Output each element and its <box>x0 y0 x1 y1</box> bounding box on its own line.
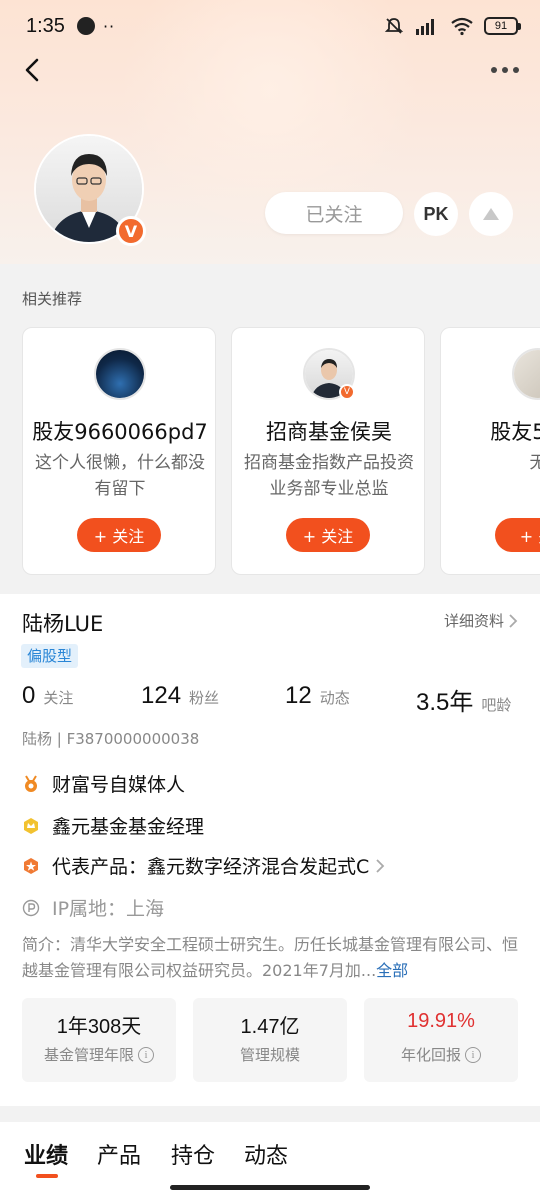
signal-icon <box>416 19 434 35</box>
more-options-icon[interactable] <box>488 56 522 84</box>
intro-body: 简介：清华大学安全工程硕士研究生。历任长城基金管理有限公司、恒越基金管理有限公司… <box>22 935 519 980</box>
tab-holdings[interactable]: 持仓 <box>171 1138 215 1170</box>
stat-label: 动态 <box>319 689 350 707</box>
manager-line: 鑫元基金基金经理 <box>22 812 204 839</box>
avatar <box>94 348 146 400</box>
stat-label: 吧龄 <box>481 696 512 714</box>
recommend-card[interactable]: V 招商基金侯昊 招商基金指数产品投资业务部专业总监 + 关注 <box>231 327 425 575</box>
recommend-desc: 这个人很懒，什么都没有留下 <box>35 453 205 499</box>
recommend-card[interactable]: 股友5607 无 + 关 <box>440 327 540 575</box>
metric-caption: 管理规模 <box>193 1044 347 1065</box>
active-tab-indicator <box>36 1174 58 1178</box>
scroll-up-button[interactable] <box>469 192 513 236</box>
stat-posts[interactable]: 12 动态 <box>285 682 350 710</box>
stat-num: 3.5年 <box>416 689 474 716</box>
avatar: V <box>303 348 355 400</box>
city-night-image <box>96 350 144 398</box>
metric-label: 年化回报 <box>400 1046 461 1064</box>
intro-text: 简介：清华大学安全工程硕士研究生。历任长城基金管理有限公司、恒越基金管理有限公司… <box>22 932 520 984</box>
triangle-up-icon <box>483 208 499 220</box>
verified-badge: V <box>116 216 146 246</box>
manager-label: 鑫元基金基金经理 <box>52 816 205 838</box>
metric-caption: 基金管理年限 i <box>22 1044 176 1065</box>
follow-button[interactable]: + 关注 <box>77 518 161 552</box>
status-bar: 1:35 ·· 91 <box>0 0 540 52</box>
tab-posts[interactable]: 动态 <box>244 1138 288 1170</box>
metric-tenure: 1年308天 基金管理年限 i <box>22 998 176 1082</box>
medal-icon <box>25 774 37 792</box>
stat-num: 12 <box>285 682 312 709</box>
home-indicator[interactable] <box>170 1185 370 1190</box>
recommend-desc: 招商基金指数产品投资业务部专业总监 <box>244 453 414 499</box>
stat-following[interactable]: 0 关注 <box>22 682 73 710</box>
profile-info: 陆杨LUE 详细资料 偏股型 0 关注 124 粉丝 12 动态 3.5年 吧龄… <box>0 594 540 1106</box>
stat-age: 3.5年 吧龄 <box>416 682 511 717</box>
recommend-name: 招商基金侯昊 <box>266 420 392 444</box>
crown-badge-icon <box>24 817 38 834</box>
media-label: 财富号自媒体人 <box>52 774 186 796</box>
metric-caption: 年化回报 i <box>364 1044 518 1065</box>
recommend-desc: 无 <box>449 450 540 476</box>
recommend-title: 相关推荐 <box>22 290 83 308</box>
stat-label: 粉丝 <box>189 689 220 707</box>
followed-button[interactable]: 已关注 <box>265 192 403 234</box>
recommend-name: 股友9660066pd7 <box>32 420 208 444</box>
info-icon[interactable]: i <box>465 1046 481 1063</box>
detail-link[interactable]: 详细资料 <box>444 610 518 631</box>
intro-more-link[interactable]: 全部 <box>376 961 408 980</box>
stat-num: 0 <box>22 682 36 709</box>
ip-label: IP属地：上海 <box>52 898 165 920</box>
style-tag: 偏股型 <box>21 644 79 668</box>
status-time: 1:35 <box>26 14 65 37</box>
back-icon[interactable] <box>16 52 52 88</box>
profile-name: 陆杨LUE <box>22 612 104 636</box>
metric-scale: 1.47亿 管理规模 <box>193 998 347 1082</box>
recommend-card[interactable]: 股友9660066pd7 这个人很懒，什么都没有留下 + 关注 <box>22 327 216 575</box>
status-more: ·· <box>102 16 116 36</box>
location-p-icon <box>22 899 40 916</box>
verified-badge: V <box>339 384 355 400</box>
metric-value: 1年308天 <box>56 1016 142 1038</box>
info-icon[interactable]: i <box>138 1046 154 1063</box>
tab-performance[interactable]: 业绩 <box>24 1138 68 1170</box>
star-badge-icon <box>24 857 38 874</box>
tab-products[interactable]: 产品 <box>97 1138 141 1170</box>
stat-fans[interactable]: 124 粉丝 <box>141 682 219 710</box>
follow-button[interactable]: + 关 <box>495 518 540 552</box>
stat-num: 124 <box>141 682 182 709</box>
product-line[interactable]: 代表产品：鑫元数字经济混合发起式C <box>22 852 385 879</box>
product-label: 代表产品：鑫元数字经济混合发起式C <box>52 856 370 878</box>
follow-button[interactable]: + 关注 <box>286 518 370 552</box>
wifi-icon <box>451 17 473 36</box>
chevron-right-icon <box>509 613 518 628</box>
user-id: 陆杨 | F3870000000038 <box>22 730 200 748</box>
photo-image <box>514 350 540 398</box>
metric-label: 基金管理年限 <box>43 1046 134 1064</box>
recommend-name: 股友5607 <box>490 420 540 444</box>
app-notification-icon <box>76 17 95 35</box>
detail-link-label: 详细资料 <box>443 612 504 630</box>
profile-avatar: V <box>34 134 146 246</box>
ip-line: IP属地：上海 <box>22 894 164 921</box>
profile-header: 1:35 ·· 91 V 已关注 PK <box>0 0 540 264</box>
pk-button[interactable]: PK <box>414 192 458 236</box>
recommend-section: 相关推荐 股友9660066pd7 这个人很懒，什么都没有留下 + 关注 V 招… <box>0 264 540 594</box>
avatar <box>512 348 540 400</box>
metric-value: 1.47亿 <box>240 1016 300 1038</box>
chevron-right-icon <box>376 858 385 873</box>
media-line: 财富号自媒体人 <box>22 770 185 797</box>
stat-label: 关注 <box>43 689 74 707</box>
battery-icon: 91 <box>484 17 521 35</box>
metric-label: 管理规模 <box>239 1046 300 1064</box>
metric-value: 19.91% <box>407 1010 475 1032</box>
metric-return: 19.91% 年化回报 i <box>364 998 518 1082</box>
mute-bell-icon <box>384 18 404 34</box>
